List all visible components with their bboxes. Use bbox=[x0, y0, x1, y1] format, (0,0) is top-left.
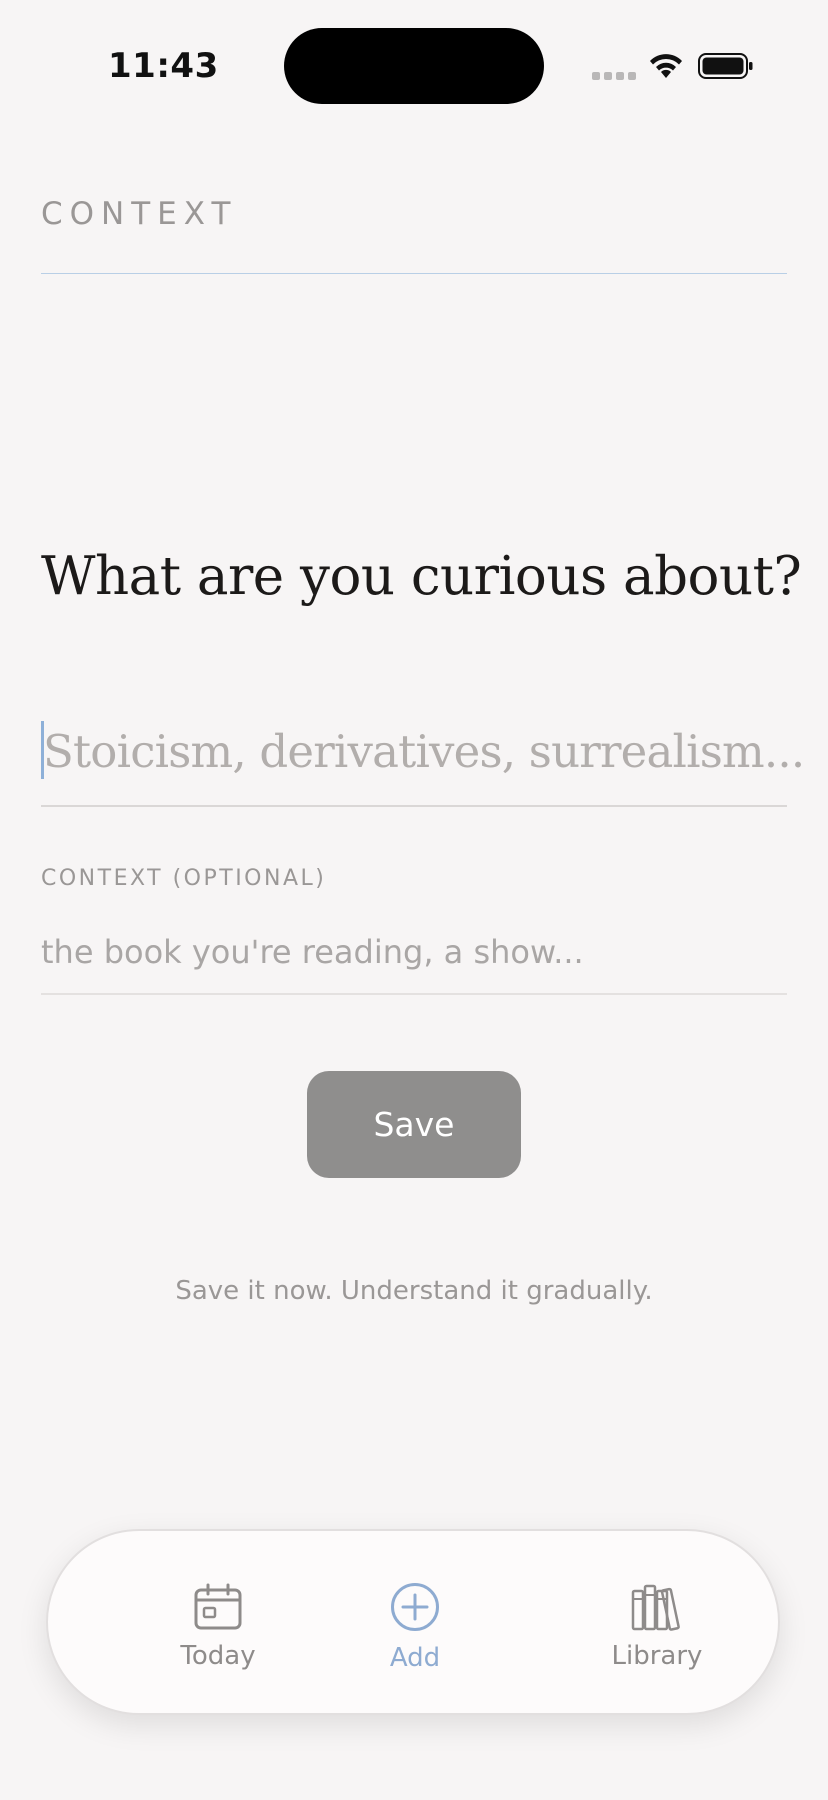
tab-library-label: Library bbox=[611, 1641, 703, 1671]
tab-today-label: Today bbox=[180, 1641, 256, 1671]
status-time: 11:43 bbox=[108, 46, 219, 86]
topic-input[interactable]: Stoicism, derivatives, surrealism... bbox=[41, 715, 805, 807]
topic-input-placeholder: Stoicism, derivatives, surrealism... bbox=[43, 725, 805, 778]
tagline: Save it now. Understand it gradually. bbox=[175, 1276, 653, 1306]
calendar-icon bbox=[193, 1581, 243, 1633]
books-icon bbox=[630, 1581, 684, 1633]
plus-circle-icon bbox=[389, 1581, 441, 1633]
tab-bar: Today Add Library bbox=[46, 1529, 780, 1715]
context-input[interactable]: the book you're reading, a show... bbox=[41, 925, 787, 995]
wifi-icon bbox=[650, 54, 682, 78]
context-field-label: CONTEXT (OPTIONAL) bbox=[41, 866, 327, 891]
tab-library[interactable]: Library bbox=[557, 1531, 757, 1713]
save-button[interactable]: Save bbox=[307, 1071, 521, 1178]
tab-add[interactable]: Add bbox=[315, 1531, 515, 1713]
context-input-placeholder: the book you're reading, a show... bbox=[41, 933, 584, 971]
tab-today[interactable]: Today bbox=[118, 1531, 318, 1713]
cellular-signal-icon bbox=[592, 72, 636, 80]
page-heading: What are you curious about? bbox=[41, 546, 802, 607]
header-divider bbox=[41, 273, 787, 274]
battery-icon bbox=[698, 53, 753, 79]
section-title: CONTEXT bbox=[41, 196, 238, 232]
tab-add-label: Add bbox=[389, 1643, 441, 1673]
dynamic-island bbox=[284, 28, 544, 104]
